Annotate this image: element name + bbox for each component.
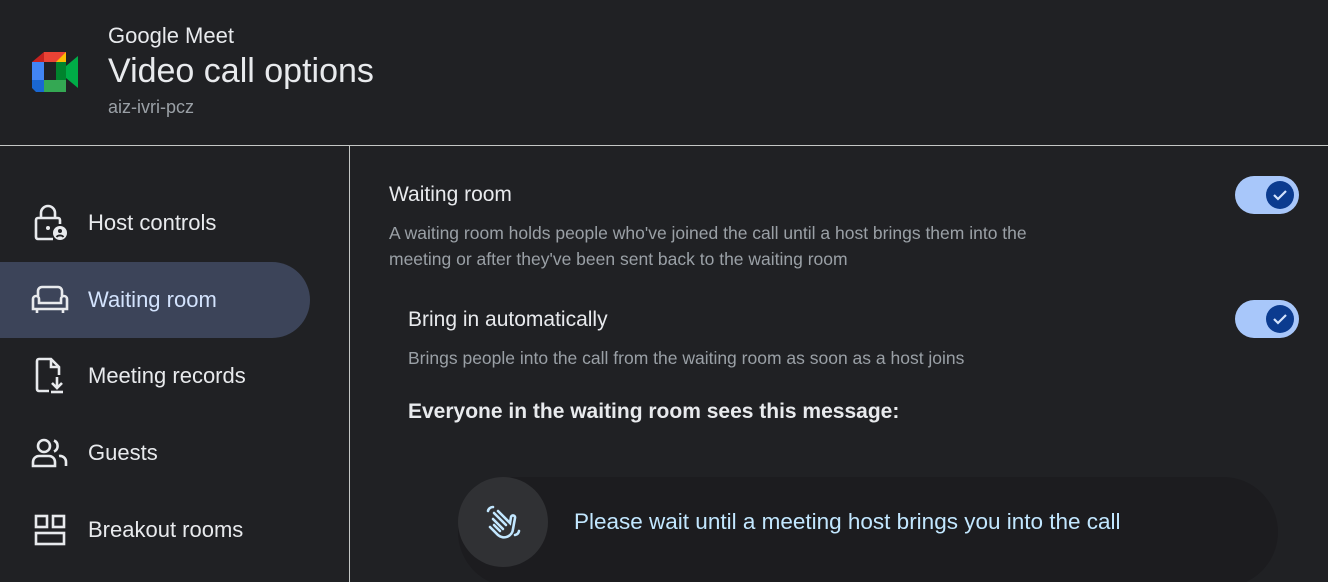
description-line: A waiting room holds people who've joine… [389,223,1027,243]
waiting-room-toggle[interactable] [1235,176,1299,214]
check-icon [1266,305,1294,333]
chair-icon [30,280,70,320]
description-line: meeting or after they've been sent back … [389,249,848,269]
sidebar-item-label: Guests [88,440,158,465]
waiting-message-card: Please wait until a meeting host brings … [458,477,1278,582]
waving-hand-icon [458,477,548,567]
sidebar-item-label: Meeting records [88,363,246,388]
sidebar-nav: Host controls Waiting room Meeting recor… [0,146,350,582]
sidebar-item-label: Breakout rooms [88,517,244,542]
grid-icon [30,510,70,550]
bring-in-automatically-title: Bring in automatically [408,308,608,331]
waiting-room-title: Waiting room [389,183,512,206]
waiting-room-panel: Waiting room A waiting room holds people… [351,146,1328,582]
check-icon [1266,181,1294,209]
people-icon [30,433,70,473]
file-download-icon [30,356,70,396]
sidebar-item-breakout-rooms[interactable]: Breakout rooms [0,492,310,568]
waiting-room-description: A waiting room holds people who've joine… [389,220,1169,272]
dialog-header: Google Meet Video call options aiz-ivri-… [0,0,1328,146]
google-meet-logo [32,52,80,92]
app-name: Google Meet [108,23,234,48]
sidebar-item-meeting-records[interactable]: Meeting records [0,338,310,414]
sidebar-item-guests[interactable]: Guests [0,415,310,491]
bring-in-automatically-description: Brings people into the call from the wai… [408,348,965,368]
bring-in-automatically-toggle[interactable] [1235,300,1299,338]
sidebar-item-host-controls[interactable]: Host controls [0,185,310,261]
lock-person-icon [30,203,70,243]
waiting-message-text: Please wait until a meeting host brings … [574,509,1121,534]
meeting-code: aiz-ivri-pcz [108,97,195,117]
page-title: Video call options [108,52,374,90]
message-heading: Everyone in the waiting room sees this m… [408,400,900,423]
sidebar-item-waiting-room[interactable]: Waiting room [0,262,310,338]
sidebar-item-label: Host controls [88,210,217,235]
sidebar-item-label: Waiting room [88,287,217,312]
